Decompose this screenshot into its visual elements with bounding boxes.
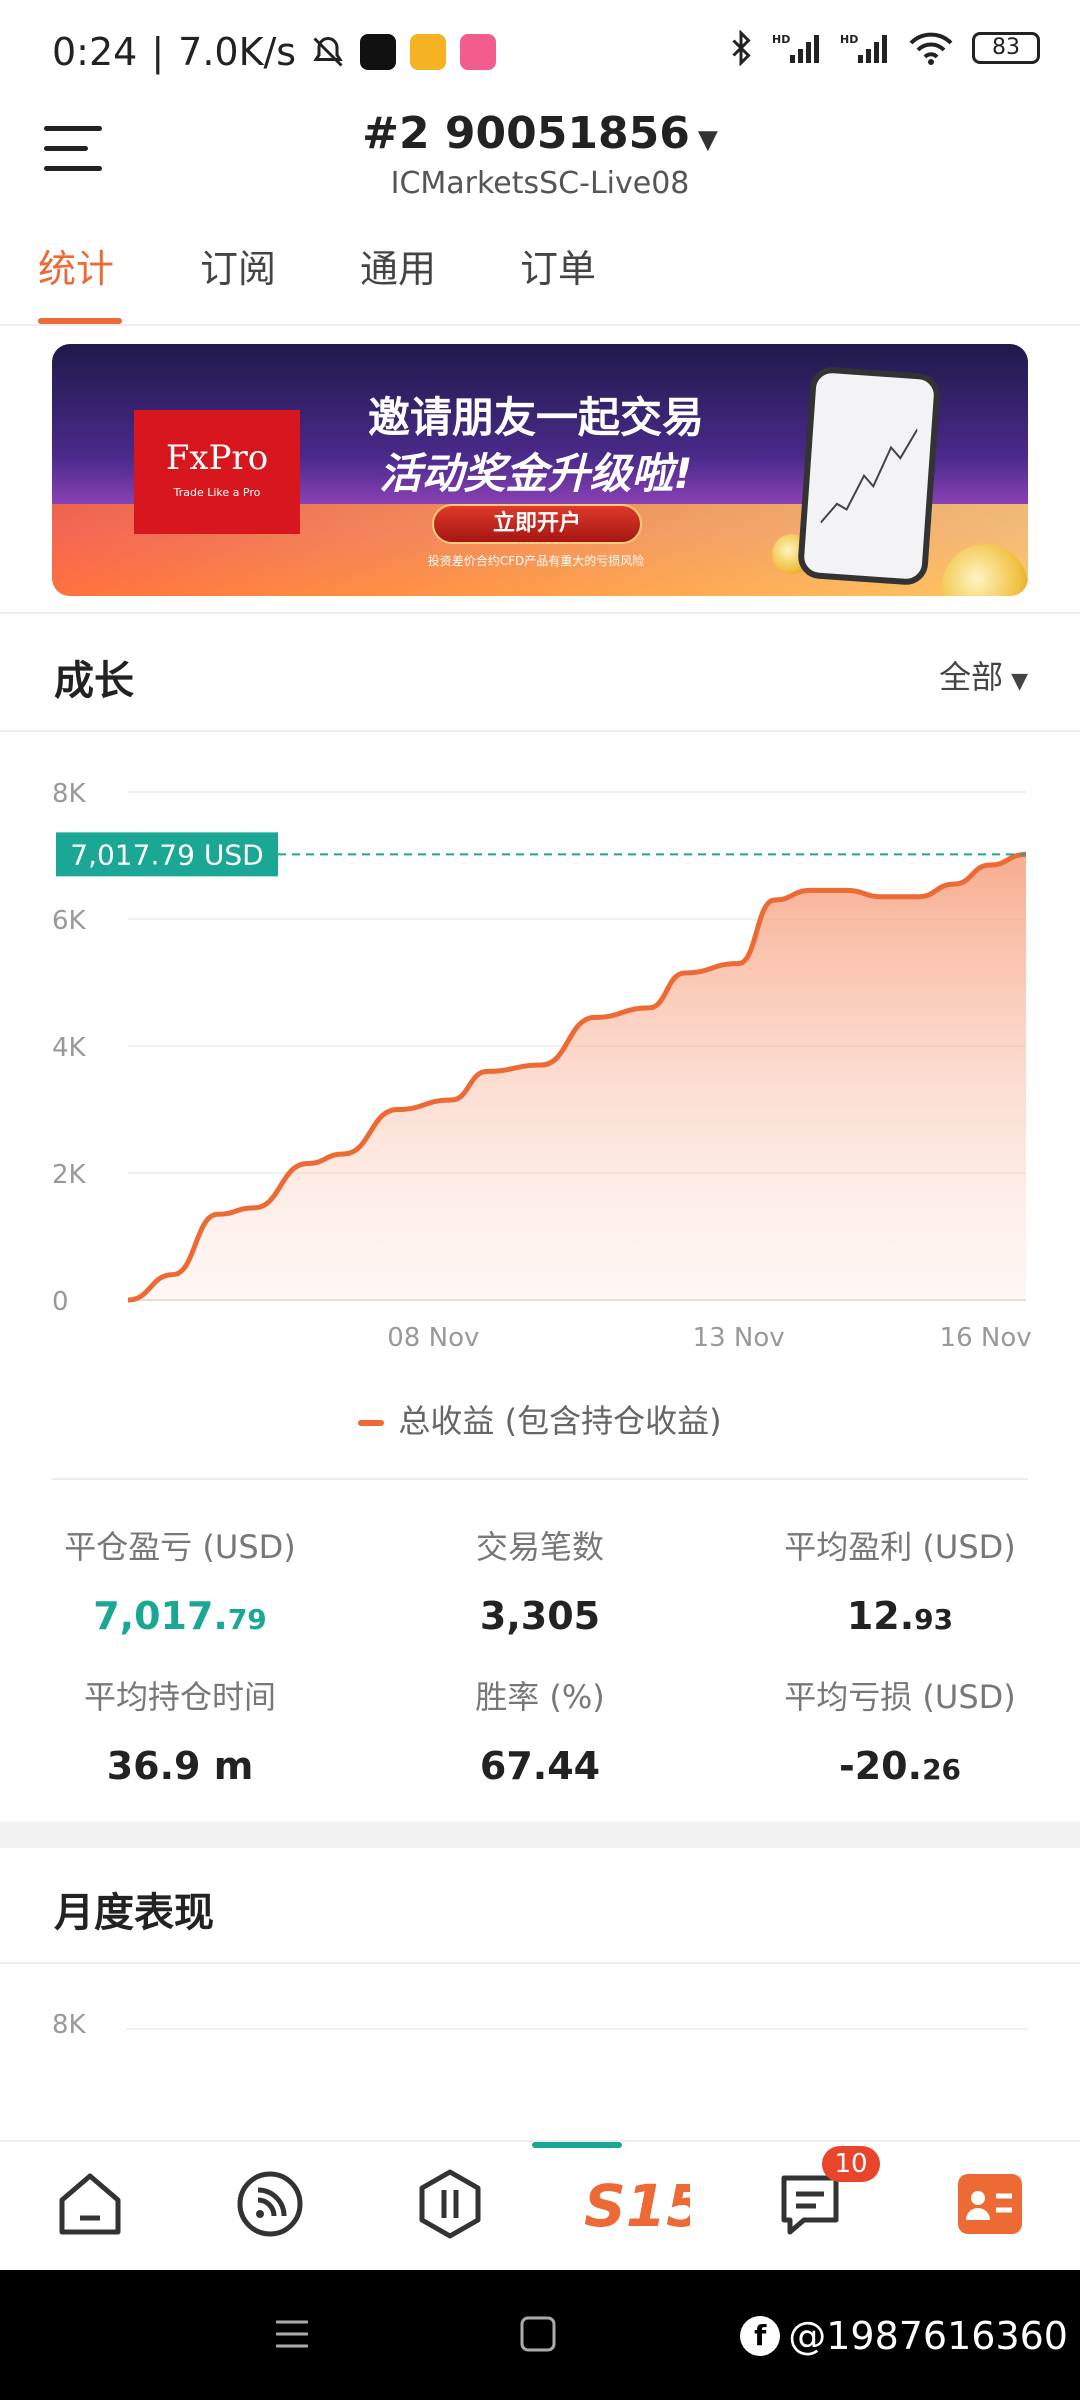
- stat-item: 平均亏损 (USD) -20.26: [720, 1672, 1080, 1788]
- system-nav-bar: f @1987616360: [0, 2270, 1080, 2400]
- growth-chart: 0 2K 4K 6K 8K 08 Nov 13 Nov 16 Nov 7,017.79 USD: [52, 779, 1032, 1353]
- current-value-label: 7,017.79 USD: [70, 838, 263, 871]
- watermark: f @1987616360: [740, 2314, 1068, 2358]
- app-header: #2 90051856 ▼ ICMarketsSC-Live08: [0, 100, 1080, 210]
- banner-headline: 邀请朋友一起交易: [367, 393, 704, 442]
- promo-banner[interactable]: FxPro Trade Like a Pro 邀请朋友一起交易 活动奖金升级啦!…: [52, 344, 1028, 596]
- signal-hd-2-icon: HD: [840, 33, 887, 63]
- svg-text:HD: HD: [772, 33, 790, 46]
- status-network-speed: 7.0K/s: [178, 30, 297, 74]
- svg-text:HD: HD: [840, 33, 858, 46]
- bluetooth-icon: [732, 30, 751, 66]
- stat-value: 12.93: [720, 1594, 1080, 1638]
- account-selector[interactable]: #2 90051856 ▼: [0, 108, 1080, 159]
- trade-icon[interactable]: [410, 2164, 490, 2244]
- status-left: 0:24 | 7.0K/s: [52, 30, 497, 74]
- stat-value: 36.9 m: [0, 1744, 360, 1788]
- y-tick-label: 2K: [52, 1160, 87, 1190]
- server-name: ICMarketsSC-Live08: [390, 166, 690, 201]
- stat-label: 交易笔数: [475, 1528, 604, 1566]
- bottom-nav: S15: [0, 2140, 1080, 2270]
- tab-orders[interactable]: 订单: [520, 238, 596, 293]
- x-tick-label: 13 Nov: [693, 1323, 785, 1353]
- tab-subscription[interactable]: 订阅: [200, 238, 276, 293]
- y-tick-label: 0: [52, 1287, 69, 1317]
- stat-value-main: 3,305: [479, 1594, 601, 1638]
- stat-item: 平均盈利 (USD) 12.93: [720, 1522, 1080, 1638]
- chevron-down-icon[interactable]: ▼: [698, 125, 718, 155]
- status-right: HD HD 83: [728, 30, 1040, 66]
- banner-subheadline: 活动奖金升级啦!: [379, 449, 693, 498]
- banner-risk-note: 投资差价合约CFD产品有重大的亏损风险: [427, 554, 645, 568]
- stat-value: 67.44: [360, 1744, 720, 1788]
- status-bar: 0:24 | 7.0K/s HD HD 83: [0, 0, 1080, 110]
- stat-value-main: -20.: [838, 1744, 923, 1788]
- stat-value-main: 7,017.: [93, 1594, 228, 1638]
- chart-legend: 总收益 (包含持仓收益): [0, 1396, 1080, 1442]
- section-divider: [0, 1822, 1080, 1848]
- chevron-down-icon[interactable]: ▼: [1011, 669, 1028, 694]
- mute-bell-icon: [313, 36, 343, 67]
- stat-value-main: 36.9 m: [106, 1744, 254, 1788]
- svg-text:S15: S15: [584, 2172, 690, 2240]
- stat-value-decimal: 93: [914, 1603, 954, 1636]
- stat-value-decimal: 79: [227, 1603, 267, 1636]
- monthly-gridline: [126, 2028, 1028, 2030]
- s15-logo-icon[interactable]: S15: [580, 2164, 690, 2244]
- y-tick-label: 6K: [52, 906, 87, 936]
- nav-active-indicator: [532, 2142, 622, 2148]
- range-label[interactable]: 全部: [939, 658, 1003, 696]
- x-tick-label: 08 Nov: [387, 1323, 479, 1353]
- douyin-logo-icon: f: [740, 2316, 781, 2356]
- phone-illustration: [796, 365, 942, 587]
- stat-label: 平仓盈亏 (USD): [64, 1528, 296, 1566]
- y-tick-label: 8K: [52, 779, 87, 809]
- bilibili-app-icon: [460, 34, 497, 70]
- recent-apps-icon[interactable]: [272, 2314, 312, 2354]
- stat-item: 平仓盈亏 (USD) 7,017.79: [0, 1522, 360, 1638]
- fxpro-logo: FxPro Trade Like a Pro: [134, 410, 300, 534]
- tab-general[interactable]: 通用: [360, 238, 436, 293]
- legend-swatch: [358, 1420, 385, 1426]
- profile-card-icon[interactable]: [950, 2164, 1030, 2244]
- battery-indicator: 83: [972, 32, 1040, 64]
- tab-bar: 统计 订阅 通用 订单: [0, 238, 1080, 326]
- stat-item: 交易笔数 3,305: [360, 1522, 720, 1638]
- watermark-text: @1987616360: [788, 2314, 1068, 2358]
- wifi-icon: [909, 32, 953, 65]
- y-tick-label: 4K: [52, 1033, 87, 1063]
- x-tick-label: 16 Nov: [940, 1323, 1032, 1353]
- stat-value: -20.26: [720, 1744, 1080, 1788]
- growth-title: 成长: [54, 658, 134, 704]
- mail-app-icon: [410, 34, 447, 70]
- equity-area: [128, 854, 1026, 1300]
- account-number[interactable]: #2 90051856: [362, 108, 690, 159]
- home-icon[interactable]: [50, 2164, 130, 2244]
- stat-item: 胜率 (%) 67.44: [360, 1672, 720, 1788]
- tiktok-app-icon: [360, 34, 397, 70]
- stat-item: 平均持仓时间 36.9 m: [0, 1672, 360, 1788]
- messages-badge: 10: [822, 2146, 880, 2182]
- signal-hd-1-icon: HD: [772, 33, 819, 63]
- active-tab-indicator: [38, 318, 122, 324]
- stat-value: 3,305: [360, 1594, 720, 1638]
- tab-statistics[interactable]: 统计: [38, 238, 114, 293]
- stat-value-main: 67.44: [479, 1744, 601, 1788]
- open-account-button[interactable]: 立即开户: [432, 504, 642, 544]
- legend-label: 总收益 (包含持仓收益): [398, 1402, 722, 1440]
- stat-label: 平均持仓时间: [83, 1678, 276, 1716]
- stat-value-decimal: 26: [922, 1753, 962, 1786]
- stat-label: 平均盈利 (USD): [784, 1528, 1016, 1566]
- monthly-y-tick: 8K: [52, 2010, 86, 2040]
- stat-value-main: 12.: [846, 1594, 915, 1638]
- home-button-icon[interactable]: [518, 2314, 558, 2354]
- monthly-title: 月度表现: [54, 1890, 214, 1936]
- stat-value: 7,017.79: [0, 1594, 360, 1638]
- range-dropdown[interactable]: 全部 ▼: [939, 652, 1028, 698]
- status-time: 0:24: [52, 30, 138, 74]
- stat-label: 平均亏损 (USD): [784, 1678, 1016, 1716]
- stat-label: 胜率 (%): [475, 1678, 605, 1716]
- signal-feed-icon[interactable]: [230, 2164, 310, 2244]
